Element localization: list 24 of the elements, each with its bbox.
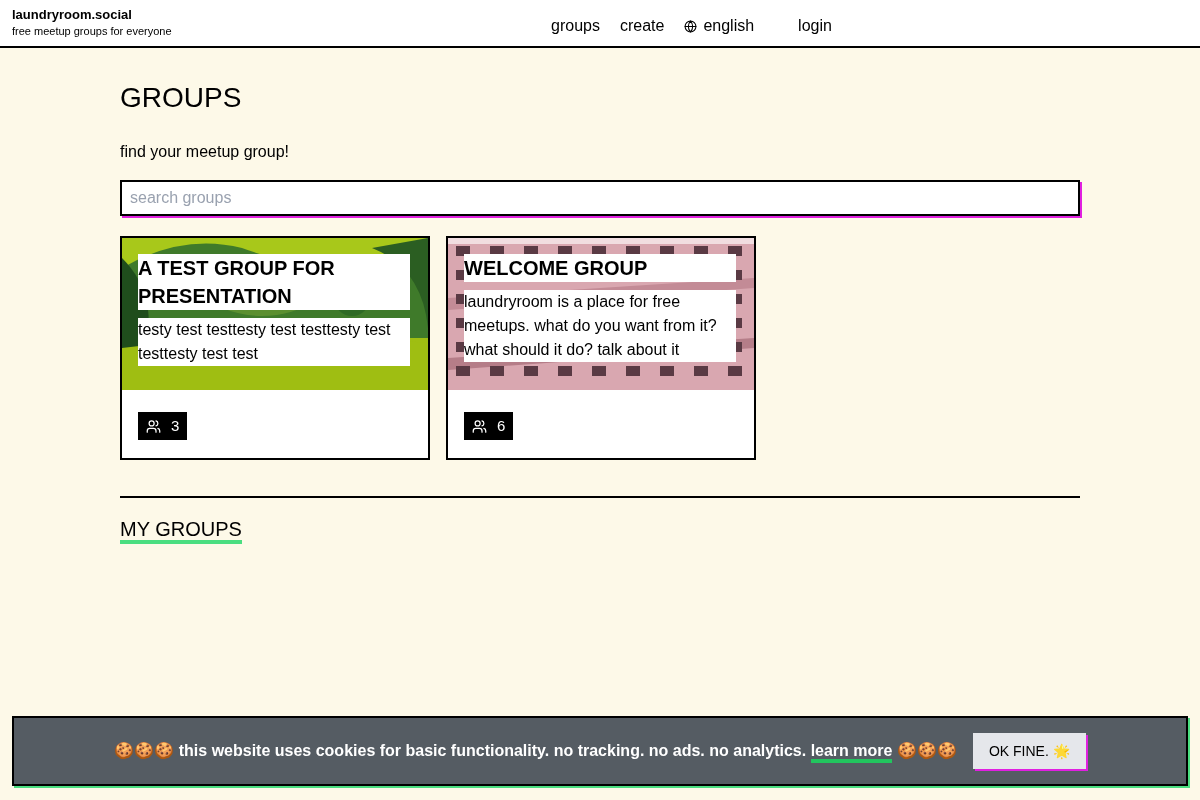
group-card[interactable]: A TEST GROUP FOR PRESENTATION testy test testtesty test testtesty test testtesty test test 3 xyxy=(120,236,430,460)
search-field[interactable]: search groups xyxy=(120,180,1080,216)
language-link[interactable]: english xyxy=(684,14,755,38)
members-icon xyxy=(472,418,487,434)
globe-icon xyxy=(684,19,698,33)
nav-link[interactable]: login xyxy=(798,14,832,38)
group-description: testy test testtesty test testtesty test testtesty test test xyxy=(138,318,410,366)
site-name[interactable]: laundryroom.social xyxy=(12,7,172,23)
learn-more-link[interactable]: learn more xyxy=(810,742,893,763)
my-groups-heading: MY GROUPS xyxy=(120,518,242,544)
members-icon xyxy=(146,418,161,434)
site-tagline: free meetup groups for everyone xyxy=(12,24,172,39)
accept-cookies-button[interactable]: OK FINE. 🌟 xyxy=(972,733,1086,769)
nav-link[interactable]: groups xyxy=(551,14,600,38)
cookie-notice: 🍪🍪🍪 this website uses cookies for basic functionality. no tracking. no ads. no analytics. learn more 🍪🍪🍪 xyxy=(114,739,957,763)
member-count: 6 xyxy=(464,412,514,440)
page-title: GROUPS xyxy=(120,82,243,114)
group-description: laundryroom is a place for free meetups. what do you want from it? what should it do? talk about it xyxy=(464,290,736,362)
group-title: A TEST GROUP FOR PRESENTATION xyxy=(138,254,410,310)
nav-link[interactable]: create xyxy=(619,14,665,38)
group-card[interactable]: WELCOME GROUP laundryroom is a place for free meetups. what do you want from it? what should it do? talk about it 6 xyxy=(446,236,756,460)
group-title: WELCOME GROUP xyxy=(464,254,736,282)
intro-text: find your meetup group! xyxy=(120,142,290,162)
member-count: 3 xyxy=(138,412,188,440)
